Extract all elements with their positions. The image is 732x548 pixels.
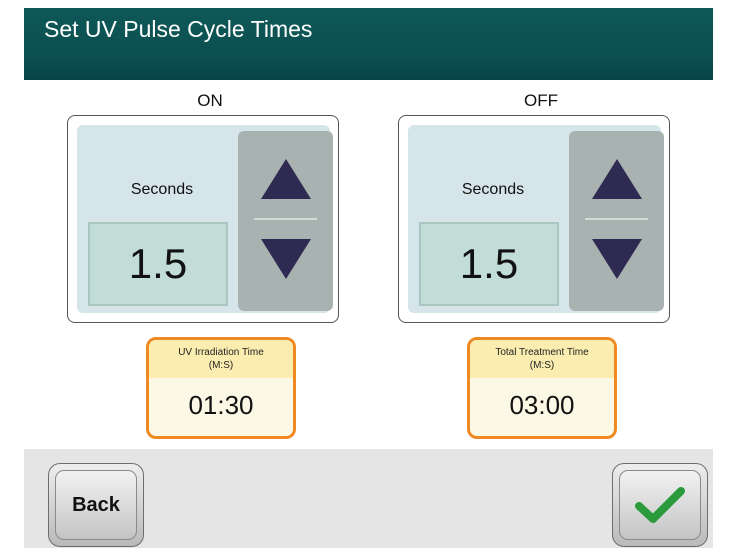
off-increment-button[interactable] bbox=[569, 131, 664, 219]
page-title: Set UV Pulse Cycle Times bbox=[44, 16, 313, 42]
on-increment-button[interactable] bbox=[238, 131, 333, 219]
total-treatment-time-box: Total Treatment Time (M:S) 03:00 bbox=[467, 337, 617, 439]
uv-irradiation-time-box: UV Irradiation Time (M:S) 01:30 bbox=[146, 337, 296, 439]
confirm-button-face bbox=[619, 470, 701, 540]
checkmark-icon bbox=[635, 487, 685, 523]
total-treatment-title: Total Treatment Time bbox=[495, 347, 589, 358]
uv-irradiation-unit: (M:S) bbox=[208, 360, 234, 371]
total-treatment-value: 03:00 bbox=[509, 390, 575, 420]
confirm-button[interactable] bbox=[612, 463, 708, 547]
on-stepper bbox=[238, 131, 333, 311]
total-treatment-unit: (M:S) bbox=[529, 360, 555, 371]
off-seconds-value[interactable]: 1.5 bbox=[419, 222, 559, 306]
back-button-label: Back bbox=[72, 493, 120, 516]
off-stepper bbox=[569, 131, 664, 311]
on-panel-inner: Seconds 1.5 bbox=[77, 125, 333, 313]
off-stepper-divider bbox=[585, 218, 648, 220]
uv-irradiation-header: UV Irradiation Time (M:S) bbox=[149, 340, 293, 378]
off-decrement-button[interactable] bbox=[569, 223, 664, 311]
on-label: ON bbox=[197, 91, 223, 110]
uv-irradiation-title: UV Irradiation Time bbox=[178, 347, 264, 358]
off-label: OFF bbox=[524, 91, 558, 110]
off-panel-inner: Seconds 1.5 bbox=[408, 125, 664, 313]
triangle-down-icon bbox=[260, 239, 311, 279]
back-button[interactable]: Back bbox=[48, 463, 144, 547]
off-unit-label: Seconds bbox=[461, 181, 525, 198]
total-treatment-header: Total Treatment Time (M:S) bbox=[470, 340, 614, 378]
off-panel: Seconds 1.5 bbox=[398, 115, 670, 323]
on-decrement-button[interactable] bbox=[238, 223, 333, 311]
triangle-up-icon bbox=[591, 159, 642, 199]
on-panel: Seconds 1.5 bbox=[67, 115, 339, 323]
header-bar: Set UV Pulse Cycle Times bbox=[24, 8, 713, 80]
on-stepper-divider bbox=[254, 218, 317, 220]
triangle-up-icon bbox=[260, 159, 311, 199]
on-unit-label: Seconds bbox=[130, 181, 194, 198]
triangle-down-icon bbox=[591, 239, 642, 279]
back-button-face: Back bbox=[55, 470, 137, 540]
uv-irradiation-value: 01:30 bbox=[188, 390, 254, 420]
on-seconds-value[interactable]: 1.5 bbox=[88, 222, 228, 306]
